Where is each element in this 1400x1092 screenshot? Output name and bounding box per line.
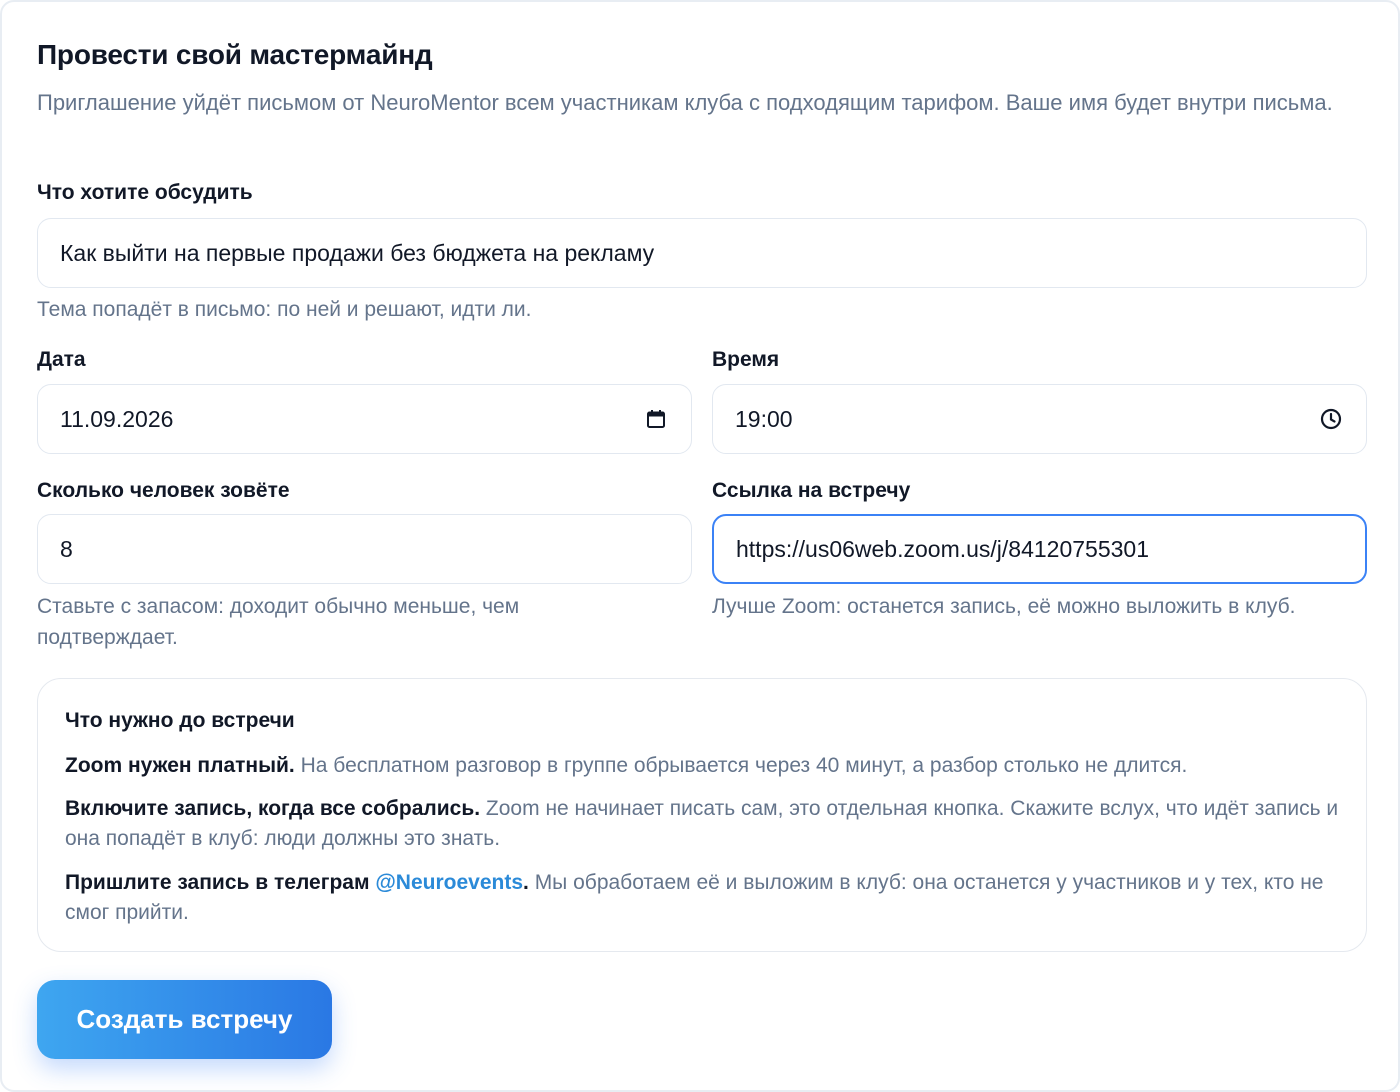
requirements-box: Что нужно до встречи Zoom нужен платный.… — [37, 678, 1367, 952]
topic-input[interactable] — [60, 239, 1344, 267]
date-label: Дата — [37, 348, 86, 371]
meeting-link-field[interactable] — [712, 514, 1367, 584]
requirement-item: Пришлите запись в телеграм @Neuroevents.… — [65, 868, 1345, 928]
requirement-bold: Zoom нужен платный. — [65, 754, 295, 777]
create-meeting-button[interactable]: Создать встречу — [37, 980, 332, 1059]
page-subtitle: Приглашение уйдёт письмом от NeuroMentor… — [37, 90, 1333, 115]
requirement-item: Zoom нужен платный. На бесплатном разгов… — [65, 751, 1345, 781]
time-input[interactable] — [735, 405, 1318, 433]
time-field[interactable] — [712, 384, 1367, 454]
topic-hint: Тема попадёт в письмо: по ней и решают, … — [37, 298, 532, 321]
people-field[interactable] — [37, 514, 692, 584]
telegram-link[interactable]: @Neuroevents — [375, 871, 523, 894]
calendar-icon[interactable] — [643, 406, 669, 432]
topic-label: Что хотите обсудить — [37, 181, 253, 204]
people-label: Сколько человек зовёте — [37, 479, 290, 502]
people-input[interactable] — [60, 535, 669, 563]
clock-icon[interactable] — [1318, 406, 1344, 432]
people-hint: Ставьте с запасом: доходит обычно меньше… — [37, 595, 520, 649]
requirement-bold: Включите запись, когда все собрались. — [65, 797, 481, 820]
requirement-item: Включите запись, когда все собрались. Zo… — [65, 794, 1345, 854]
requirements-title: Что нужно до встречи — [65, 709, 295, 732]
date-input[interactable] — [60, 405, 643, 433]
time-label: Время — [712, 348, 780, 371]
mastermind-form-card: Провести свой мастермайнд Приглашение уй… — [0, 0, 1400, 1092]
topic-field[interactable] — [37, 218, 1367, 288]
link-hint: Лучше Zoom: останется запись, её можно в… — [712, 595, 1296, 618]
date-field[interactable] — [37, 384, 692, 454]
requirement-bold: Пришлите запись в телеграм — [65, 871, 376, 894]
requirement-text: На бесплатном разговор в группе обрывает… — [294, 754, 1188, 777]
page-title: Провести свой мастермайнд — [37, 39, 433, 70]
meeting-link-input[interactable] — [736, 535, 1343, 563]
link-label: Ссылка на встречу — [712, 479, 911, 502]
